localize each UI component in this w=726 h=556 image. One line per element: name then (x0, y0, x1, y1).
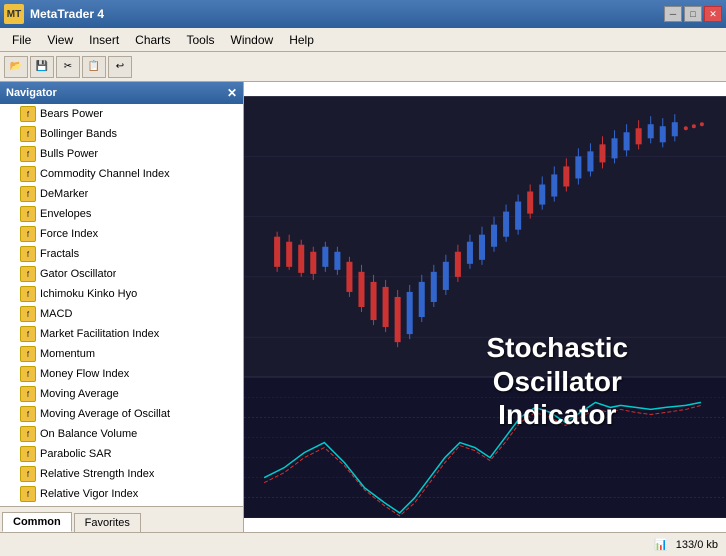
nav-item-label-12: Momentum (40, 348, 95, 360)
nav-item-14[interactable]: f Moving Average (0, 384, 243, 404)
status-size: 133/0 kb (676, 539, 718, 551)
nav-item-label-1: Bollinger Bands (40, 128, 117, 140)
nav-item-icon-16: f (20, 426, 36, 442)
nav-item-15[interactable]: f Moving Average of Oscillat (0, 404, 243, 424)
toolbar-btn-5[interactable]: ↩ (108, 56, 132, 78)
navigator-close-button[interactable]: ✕ (227, 86, 237, 100)
nav-item-label-3: Commodity Channel Index (40, 168, 170, 180)
toolbar-btn-3[interactable]: ✂ (56, 56, 80, 78)
nav-item-icon-7: f (20, 246, 36, 262)
menu-bar: FileViewInsertChartsToolsWindowHelp (0, 28, 726, 52)
title-bar: MT MetaTrader 4 ─ □ ✕ (0, 0, 726, 28)
nav-item-icon-14: f (20, 386, 36, 402)
nav-item-icon-17: f (20, 446, 36, 462)
navigator-tabs: CommonFavorites (0, 506, 243, 532)
status-bar: 📊 133/0 kb (0, 532, 726, 556)
nav-item-4[interactable]: f DeMarker (0, 184, 243, 204)
nav-item-1[interactable]: f Bollinger Bands (0, 124, 243, 144)
nav-tab-favorites[interactable]: Favorites (74, 513, 141, 532)
nav-item-label-9: Ichimoku Kinko Hyo (40, 288, 137, 300)
nav-item-icon-1: f (20, 126, 36, 142)
navigator-title: Navigator (6, 87, 57, 99)
toolbar: 📂 💾 ✂ 📋 ↩ (0, 52, 726, 82)
nav-item-2[interactable]: f Bulls Power (0, 144, 243, 164)
nav-item-label-14: Moving Average (40, 388, 119, 400)
minimize-button[interactable]: ─ (664, 6, 682, 22)
nav-item-label-11: Market Facilitation Index (40, 328, 159, 340)
navigator-panel: Navigator ✕ f Bears Power f Bollinger Bands… (0, 82, 244, 532)
nav-item-7[interactable]: f Fractals (0, 244, 243, 264)
menu-item-window[interactable]: Window (223, 31, 282, 49)
nav-item-8[interactable]: f Gator Oscillator (0, 264, 243, 284)
nav-item-label-5: Envelopes (40, 208, 91, 220)
nav-item-icon-10: f (20, 306, 36, 322)
window-controls: ─ □ ✕ (664, 6, 722, 22)
nav-item-18[interactable]: f Relative Strength Index (0, 464, 243, 484)
nav-item-icon-0: f (20, 106, 36, 122)
nav-item-9[interactable]: f Ichimoku Kinko Hyo (0, 284, 243, 304)
nav-item-icon-8: f (20, 266, 36, 282)
nav-item-icon-2: f (20, 146, 36, 162)
nav-item-16[interactable]: f On Balance Volume (0, 424, 243, 444)
nav-item-19[interactable]: f Relative Vigor Index (0, 484, 243, 504)
nav-item-6[interactable]: f Force Index (0, 224, 243, 244)
toolbar-btn-4[interactable]: 📋 (82, 56, 106, 78)
nav-item-label-19: Relative Vigor Index (40, 488, 138, 500)
chart-area[interactable]: Stochastic OscillatorIndicator (244, 82, 726, 532)
nav-item-icon-19: f (20, 486, 36, 502)
menu-item-file[interactable]: File (4, 31, 39, 49)
nav-item-icon-3: f (20, 166, 36, 182)
status-chart-icon: 📊 (654, 538, 668, 551)
nav-item-label-2: Bulls Power (40, 148, 98, 160)
nav-item-icon-9: f (20, 286, 36, 302)
nav-item-label-6: Force Index (40, 228, 98, 240)
nav-item-icon-11: f (20, 326, 36, 342)
nav-item-11[interactable]: f Market Facilitation Index (0, 324, 243, 344)
navigator-list[interactable]: f Bears Power f Bollinger Bands f Bulls Power… (0, 104, 243, 506)
nav-item-12[interactable]: f Momentum (0, 344, 243, 364)
menu-item-charts[interactable]: Charts (127, 31, 178, 49)
nav-item-label-17: Parabolic SAR (40, 448, 112, 460)
close-button[interactable]: ✕ (704, 6, 722, 22)
nav-item-10[interactable]: f MACD (0, 304, 243, 324)
nav-item-label-15: Moving Average of Oscillat (40, 408, 170, 420)
nav-item-label-7: Fractals (40, 248, 79, 260)
nav-item-label-10: MACD (40, 308, 72, 320)
app-icon: MT (4, 4, 24, 24)
navigator-header: Navigator ✕ (0, 82, 243, 104)
nav-item-icon-13: f (20, 366, 36, 382)
menu-item-view[interactable]: View (39, 31, 81, 49)
nav-item-label-18: Relative Strength Index (40, 468, 154, 480)
nav-item-label-0: Bears Power (40, 108, 103, 120)
toolbar-btn-2[interactable]: 💾 (30, 56, 54, 78)
maximize-button[interactable]: □ (684, 6, 702, 22)
nav-item-label-16: On Balance Volume (40, 428, 137, 440)
app-title: MetaTrader 4 (30, 7, 104, 21)
chart-icon: 📊 (654, 538, 668, 551)
nav-item-icon-5: f (20, 206, 36, 222)
nav-item-icon-4: f (20, 186, 36, 202)
main-content: Navigator ✕ f Bears Power f Bollinger Bands… (0, 82, 726, 532)
nav-tab-common[interactable]: Common (2, 512, 72, 532)
toolbar-btn-1[interactable]: 📂 (4, 56, 28, 78)
menu-item-insert[interactable]: Insert (81, 31, 127, 49)
nav-item-label-4: DeMarker (40, 188, 88, 200)
chart-svg (244, 82, 726, 532)
nav-item-icon-6: f (20, 226, 36, 242)
nav-item-label-8: Gator Oscillator (40, 268, 116, 280)
menu-item-tools[interactable]: Tools (179, 31, 223, 49)
menu-item-help[interactable]: Help (281, 31, 322, 49)
nav-item-0[interactable]: f Bears Power (0, 104, 243, 124)
nav-item-3[interactable]: f Commodity Channel Index (0, 164, 243, 184)
nav-item-icon-15: f (20, 406, 36, 422)
nav-item-icon-12: f (20, 346, 36, 362)
nav-item-5[interactable]: f Envelopes (0, 204, 243, 224)
nav-item-17[interactable]: f Parabolic SAR (0, 444, 243, 464)
nav-item-13[interactable]: f Money Flow Index (0, 364, 243, 384)
nav-item-icon-18: f (20, 466, 36, 482)
nav-item-label-13: Money Flow Index (40, 368, 129, 380)
size-value: 133/0 kb (676, 539, 718, 551)
